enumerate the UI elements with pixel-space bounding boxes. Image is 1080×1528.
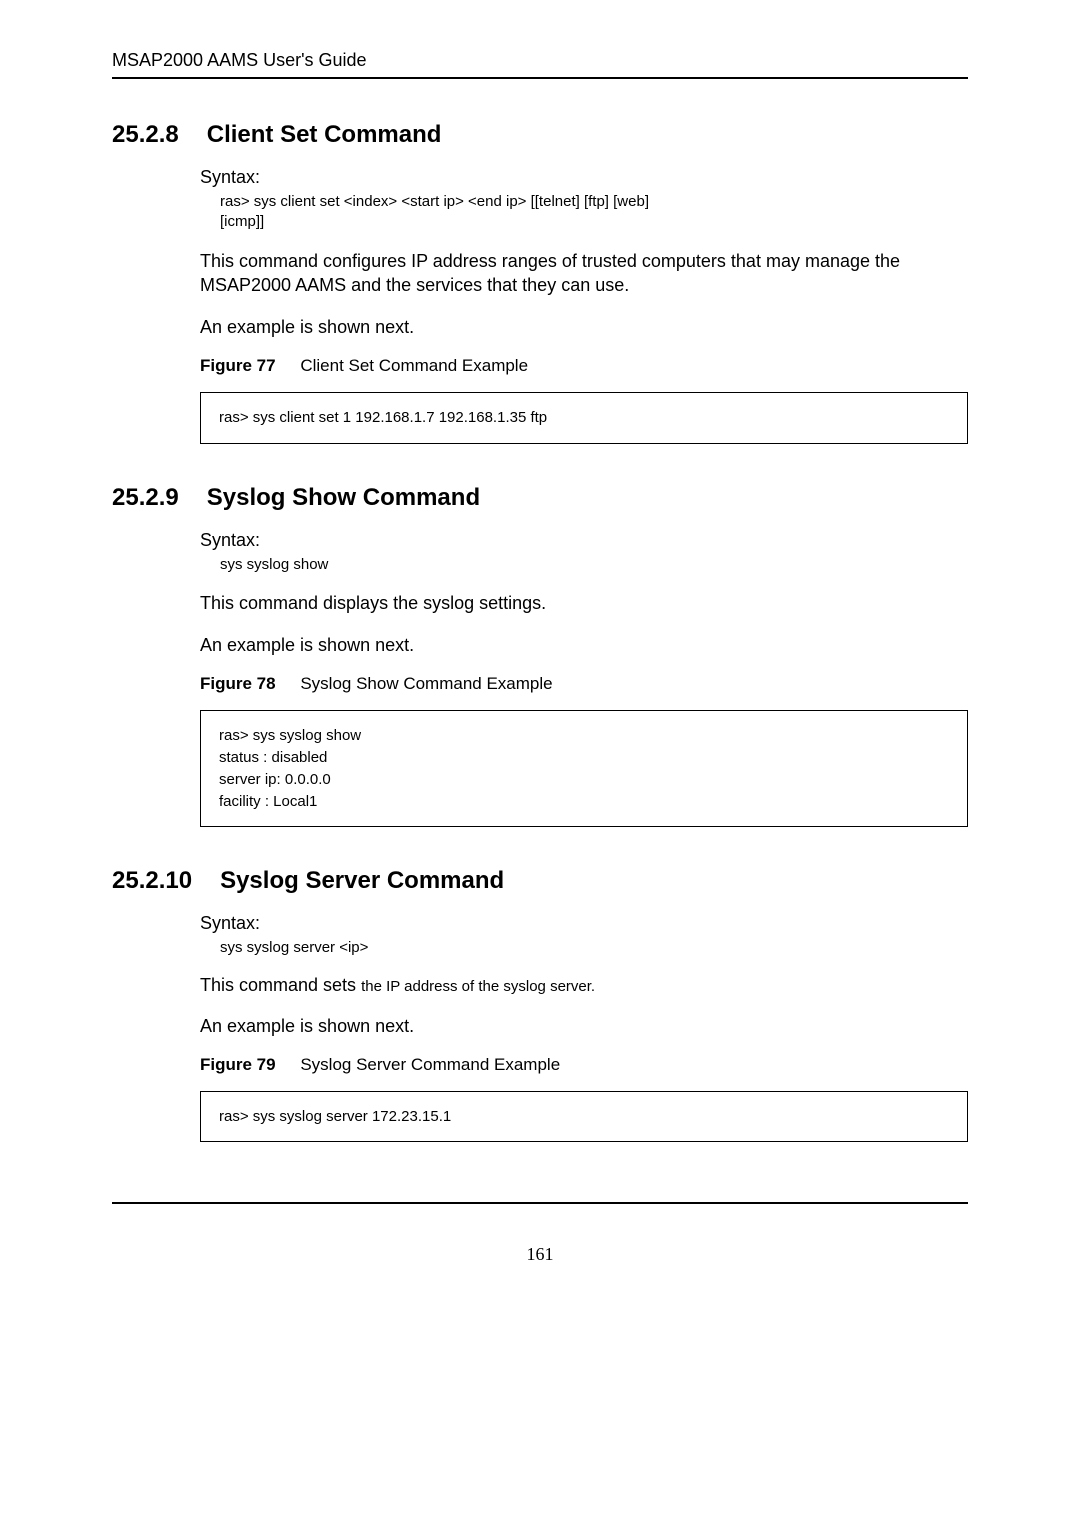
example-note: An example is shown next. [200,317,968,338]
footer-rule [112,1202,968,1204]
figure-caption: Syslog Server Command Example [300,1055,560,1074]
syntax-label: Syntax: [200,913,968,934]
code-example-box: ras> sys syslog show status : disabled s… [200,710,968,827]
section-heading: 25.2.9 Syslog Show Command [112,484,968,512]
syntax-code: sys syslog server <ip> [220,938,968,958]
figure-caption-line: Figure 78 Syslog Show Command Example [200,674,968,694]
syntax-code: ras> sys client set <index> <start ip> <… [220,192,968,233]
figure-label: Figure 79 [200,1055,276,1074]
example-note: An example is shown next. [200,635,968,656]
code-example-box: ras> sys syslog server 172.23.15.1 [200,1091,968,1143]
figure-caption: Syslog Show Command Example [300,674,552,693]
section-25-2-8: 25.2.8 Client Set Command Syntax: ras> s… [112,121,968,444]
syntax-label: Syntax: [200,167,968,188]
syntax-code: sys syslog show [220,555,968,575]
figure-label: Figure 78 [200,674,276,693]
section-number: 25.2.10 [112,867,192,895]
section-body: Syntax: sys syslog server <ip> This comm… [200,913,968,1142]
section-description: This command configures IP address range… [200,249,968,298]
section-heading: 25.2.8 Client Set Command [112,121,968,149]
desc-tail: the IP address of the syslog server. [361,978,595,995]
figure-caption-line: Figure 79 Syslog Server Command Example [200,1055,968,1075]
section-description: This command displays the syslog setting… [200,591,968,615]
section-25-2-9: 25.2.9 Syslog Show Command Syntax: sys s… [112,484,968,828]
figure-caption-line: Figure 77 Client Set Command Example [200,356,968,376]
running-header: MSAP2000 AAMS User's Guide [112,50,968,79]
desc-lead: This command sets [200,975,361,995]
code-example-box: ras> sys client set 1 192.168.1.7 192.16… [200,392,968,444]
section-body: Syntax: sys syslog show This command dis… [200,530,968,828]
page-number: 161 [112,1244,968,1265]
section-heading: 25.2.10 Syslog Server Command [112,867,968,895]
section-body: Syntax: ras> sys client set <index> <sta… [200,167,968,444]
section-description: This command sets the IP address of the … [200,975,968,996]
page-container: MSAP2000 AAMS User's Guide 25.2.8 Client… [0,0,1080,1265]
section-title: Syslog Show Command [207,484,480,512]
section-title: Syslog Server Command [220,867,504,895]
section-title: Client Set Command [207,121,442,149]
figure-label: Figure 77 [200,356,276,375]
example-note: An example is shown next. [200,1016,968,1037]
section-25-2-10: 25.2.10 Syslog Server Command Syntax: sy… [112,867,968,1142]
section-number: 25.2.9 [112,484,179,512]
section-number: 25.2.8 [112,121,179,149]
figure-caption: Client Set Command Example [300,356,528,375]
syntax-label: Syntax: [200,530,968,551]
